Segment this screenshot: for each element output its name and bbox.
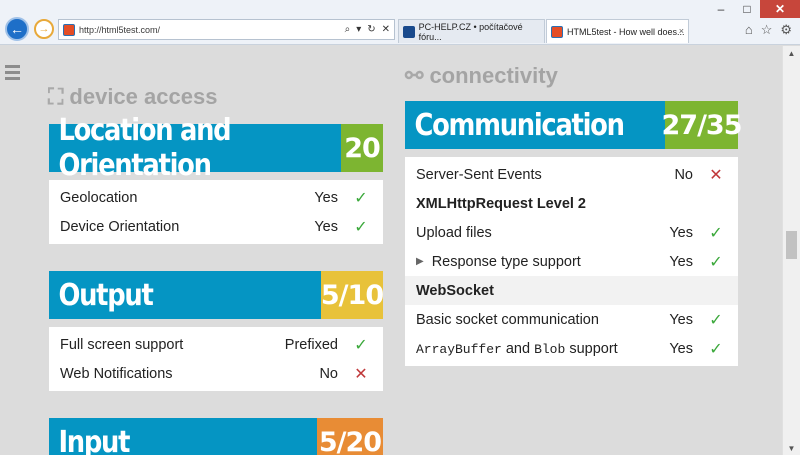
address-url[interactable]: http://html5test.com/ <box>79 25 345 35</box>
connectivity-icon: ⚯ <box>405 63 424 88</box>
html5-favicon-icon <box>551 25 563 38</box>
window-controls: – □ ✕ <box>708 0 800 18</box>
html5-favicon-icon <box>63 23 75 36</box>
device-access-icon: ⛶ <box>48 84 64 109</box>
back-arrow-icon: ← <box>10 21 24 37</box>
list-item[interactable]: Upload files Yes ✓ <box>405 218 738 247</box>
section-label: device access <box>69 84 218 109</box>
card-body-location: Geolocation Yes ✓ Device Orientation Yes… <box>49 180 383 244</box>
dropdown-arrow-icon[interactable]: ▾ <box>356 24 361 35</box>
back-button[interactable]: ← <box>5 17 29 41</box>
tab-html5test[interactable]: HTML5test - How well does... × <box>546 19 689 43</box>
scroll-down-arrow-icon[interactable]: ▼ <box>783 441 800 455</box>
card-title: Communication <box>414 107 624 143</box>
expandable-list-item[interactable]: ▶ Response type support Yes ✓ <box>405 247 738 276</box>
list-item[interactable]: Full screen support Prefixed ✓ <box>49 330 383 359</box>
section-label: connectivity <box>429 63 558 88</box>
card-header-location[interactable]: Location and Orientation 20 <box>49 113 383 183</box>
close-address-icon[interactable]: ✕ <box>382 24 390 35</box>
menu-icon[interactable] <box>5 65 20 83</box>
cross-icon: ✕ <box>354 365 368 383</box>
group-heading: XMLHttpRequest Level 2 <box>416 195 586 212</box>
minimize-button[interactable]: – <box>708 0 734 18</box>
vertical-scrollbar[interactable]: ▲ ▼ <box>782 46 800 455</box>
close-window-button[interactable]: ✕ <box>760 0 800 18</box>
browser-chrome: – □ ✕ ← → http://html5test.com/ ⌕ ▾ ↻ ✕ … <box>0 0 800 45</box>
address-bar[interactable]: http://html5test.com/ ⌕ ▾ ↻ ✕ <box>58 19 395 40</box>
card-header-output[interactable]: Output 5/10 <box>49 271 384 319</box>
check-icon: ✓ <box>354 336 368 354</box>
section-device-access: ⛶ device access <box>48 84 217 110</box>
forward-button[interactable]: → <box>34 19 54 39</box>
list-item[interactable]: Web Notifications No ✕ <box>49 359 383 388</box>
maximize-button[interactable]: □ <box>734 0 760 18</box>
card-title: Output <box>58 277 153 313</box>
search-icon[interactable]: ⌕ <box>345 24 351 35</box>
refresh-icon[interactable]: ↻ <box>367 24 375 35</box>
check-icon: ✓ <box>709 253 723 271</box>
page-content: ⛶ device access Location and Orientation… <box>0 46 782 455</box>
card-score: 27/35 <box>662 101 743 149</box>
scrollbar-thumb[interactable] <box>786 231 797 259</box>
settings-gear-icon[interactable]: ⚙ <box>780 22 792 38</box>
check-icon: ✓ <box>354 189 368 207</box>
pc-help-favicon-icon <box>403 25 415 38</box>
card-header-communication[interactable]: Communication 27/35 <box>405 101 743 149</box>
card-score: 20 <box>341 124 383 172</box>
home-icon[interactable]: ⌂ <box>745 22 753 38</box>
favorites-star-icon[interactable]: ☆ <box>761 22 773 38</box>
list-item[interactable]: Geolocation Yes ✓ <box>49 183 383 212</box>
list-item[interactable]: Device Orientation Yes ✓ <box>49 212 383 241</box>
close-tab-icon[interactable]: × <box>679 26 684 36</box>
card-score: 5/10 <box>321 271 384 319</box>
check-icon: ✓ <box>709 224 723 242</box>
tab-pc-help[interactable]: PC-HELP.CZ • počítačové fóru... <box>398 19 545 43</box>
list-item[interactable]: Server-Sent Events No ✕ <box>405 160 738 189</box>
section-connectivity: ⚯ connectivity <box>405 63 558 89</box>
list-item[interactable]: Basic socket communication Yes ✓ <box>405 305 738 334</box>
card-score: 5/20 <box>317 418 383 455</box>
tab-label: HTML5test - How well does... <box>567 26 685 37</box>
check-icon: ✓ <box>354 218 368 236</box>
forward-arrow-icon: → <box>38 23 50 35</box>
card-body-output: Full screen support Prefixed ✓ Web Notif… <box>49 327 383 391</box>
expand-triangle-icon[interactable]: ▶ <box>416 256 424 267</box>
card-body-communication: Server-Sent Events No ✕ XMLHttpRequest L… <box>405 157 738 366</box>
group-heading: WebSocket <box>405 276 738 305</box>
scroll-up-arrow-icon[interactable]: ▲ <box>783 46 800 60</box>
card-title: Location and Orientation <box>58 113 231 183</box>
tab-label: PC-HELP.CZ • počítačové fóru... <box>418 21 523 42</box>
card-title: Input <box>58 424 130 455</box>
card-header-input[interactable]: Input 5/20 <box>49 418 383 455</box>
cross-icon: ✕ <box>709 166 723 184</box>
check-icon: ✓ <box>709 340 723 358</box>
list-item[interactable]: ArrayBuffer and Blob support Yes ✓ <box>405 334 738 363</box>
check-icon: ✓ <box>709 311 723 329</box>
